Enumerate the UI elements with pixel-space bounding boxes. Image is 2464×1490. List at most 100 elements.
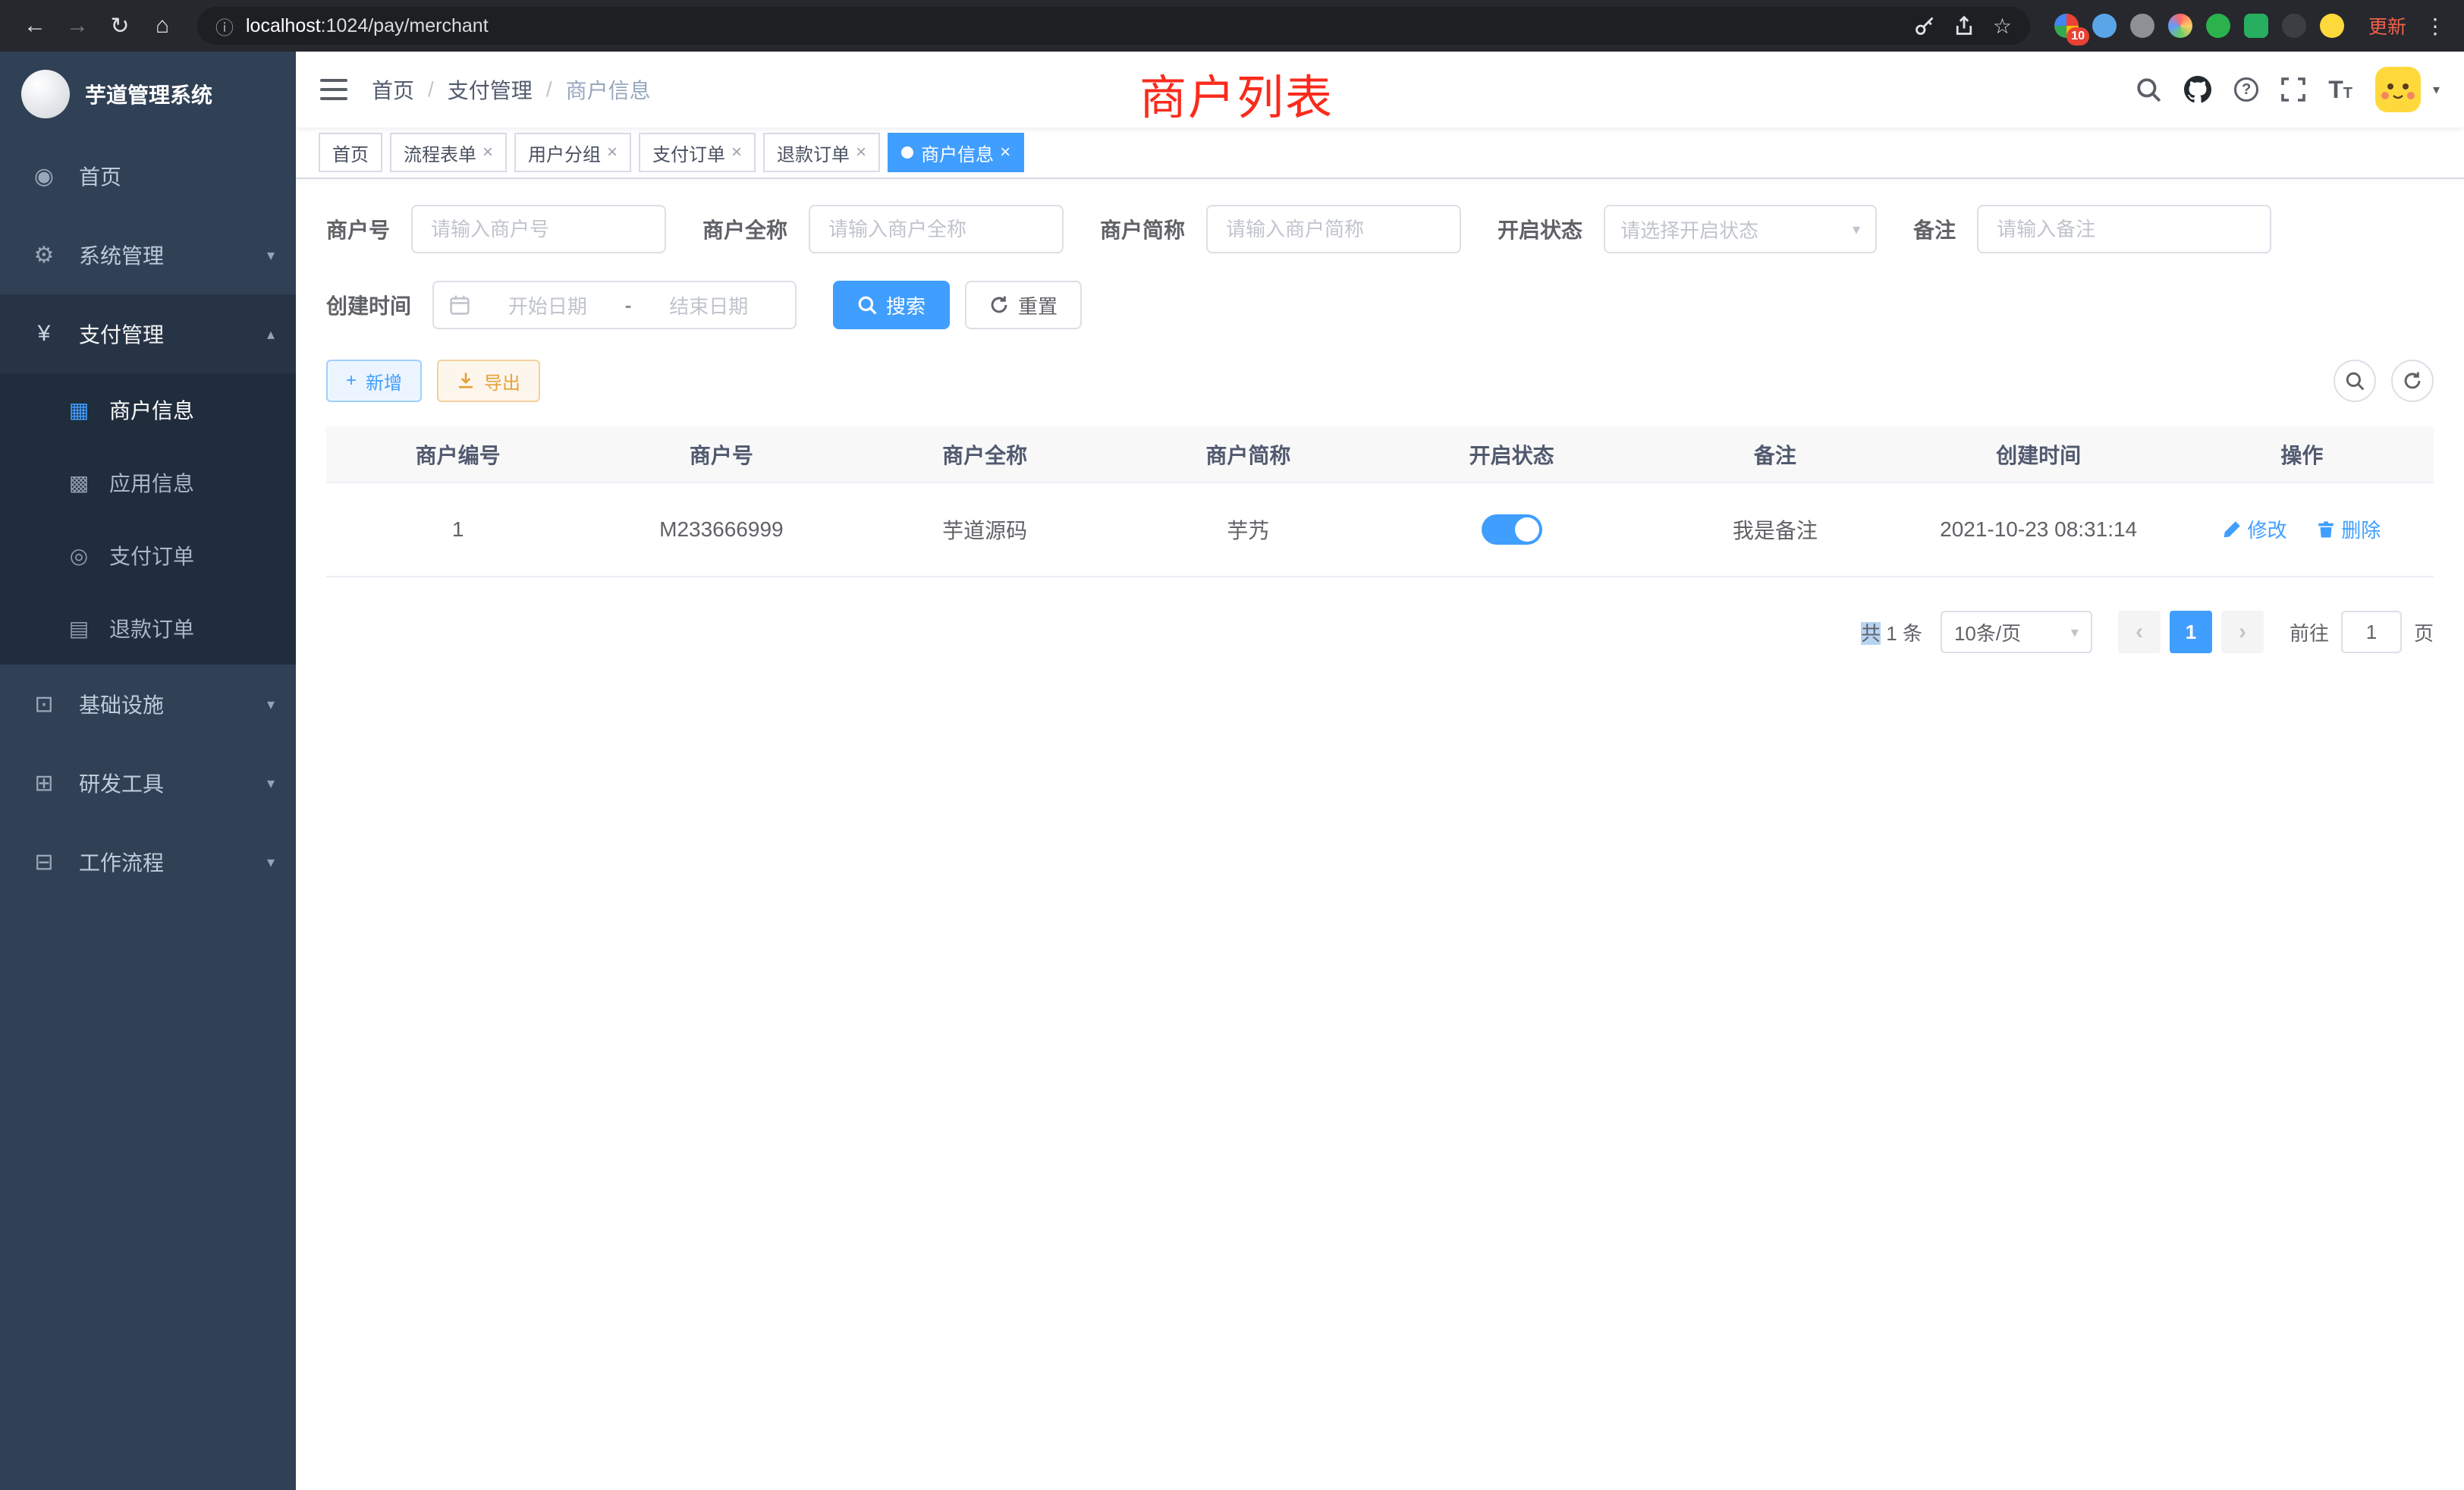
- goto-page-input[interactable]: [2341, 611, 2402, 653]
- remark-label: 备注: [1913, 214, 1956, 244]
- sidebar-item-workflow[interactable]: ⊟ 工作流程 ▾: [0, 822, 296, 901]
- forward-icon[interactable]: →: [58, 6, 97, 46]
- app-logo-avatar: [21, 70, 70, 118]
- tab-merchant-info[interactable]: 商户信息×: [888, 133, 1024, 172]
- sidebar-item-label: 研发工具: [79, 768, 164, 798]
- next-page-button[interactable]: ›: [2221, 611, 2264, 653]
- reset-button[interactable]: 重置: [965, 281, 1082, 329]
- app-logo[interactable]: 芋道管理系统: [0, 52, 296, 137]
- tab-user-group[interactable]: 用户分组×: [514, 133, 631, 172]
- sidebar-item-devtools[interactable]: ⊞ 研发工具 ▾: [0, 743, 296, 822]
- home-icon[interactable]: ⌂: [143, 6, 182, 46]
- sidebar-item-label: 系统管理: [79, 240, 164, 270]
- merchant-no-input[interactable]: [411, 205, 666, 253]
- breadcrumb-payment[interactable]: 支付管理: [448, 74, 533, 105]
- sidebar-item-infrastructure[interactable]: ⊡ 基础设施 ▾: [0, 665, 296, 743]
- col-merchant-no: 商户号: [589, 426, 853, 483]
- sidebar-toggle-icon[interactable]: [320, 77, 347, 102]
- prev-page-button[interactable]: ‹: [2118, 611, 2161, 653]
- breadcrumb-home[interactable]: 首页: [372, 74, 414, 105]
- chevron-down-icon: ▾: [267, 246, 275, 265]
- chevron-down-icon: ▾: [267, 774, 275, 793]
- merchant-fullname-input[interactable]: [809, 205, 1064, 253]
- font-size-icon[interactable]: TT: [2328, 77, 2352, 102]
- payment-submenu: ▦ 商户信息 ▩ 应用信息 ◎ 支付订单 ▤ 退款订单: [0, 373, 296, 665]
- help-icon[interactable]: ?: [2234, 77, 2258, 102]
- sidebar-item-system[interactable]: ⚙ 系统管理 ▾: [0, 215, 296, 294]
- fullscreen-icon[interactable]: [2281, 77, 2305, 102]
- sidebar-subitem-pay-order[interactable]: ◎ 支付订单: [0, 519, 296, 592]
- site-info-icon[interactable]: ⓘ: [215, 13, 234, 39]
- refresh-table-button[interactable]: [2391, 360, 2434, 402]
- merchant-no-label: 商户号: [326, 214, 390, 244]
- reload-icon[interactable]: ↻: [100, 6, 140, 46]
- breadcrumb-separator: /: [546, 77, 552, 102]
- tab-process-form[interactable]: 流程表单×: [390, 133, 507, 172]
- tab-close-icon[interactable]: ×: [482, 142, 493, 163]
- extension-icon-5[interactable]: [2206, 14, 2230, 38]
- password-key-icon[interactable]: [1914, 15, 1935, 36]
- tab-close-icon[interactable]: ×: [856, 142, 866, 163]
- breadcrumb: 首页 / 支付管理 / 商户信息: [372, 74, 651, 105]
- sidebar-subitem-merchant-info[interactable]: ▦ 商户信息: [0, 373, 296, 446]
- extension-icon-7[interactable]: [2282, 14, 2306, 38]
- sidebar-item-label: 支付管理: [79, 319, 164, 349]
- address-bar[interactable]: ⓘ localhost:1024/pay/merchant ☆: [197, 7, 2030, 45]
- delete-link[interactable]: 删除: [2317, 515, 2381, 543]
- merchant-table: 商户编号 商户号 商户全称 商户简称 开启状态 备注 创建时间 操作 1 M23…: [326, 426, 2434, 577]
- chevron-up-icon: ▴: [267, 325, 275, 344]
- status-toggle[interactable]: [1482, 514, 1542, 545]
- breadcrumb-separator: /: [428, 77, 434, 102]
- page-size-select[interactable]: 10条/页 ▾: [1941, 611, 2092, 653]
- sidebar: 芋道管理系统 ◉ 首页 ⚙ 系统管理 ▾ ¥ 支付管理 ▴ ▦ 商户信息 ▩ 应…: [0, 52, 296, 1490]
- tab-close-icon[interactable]: ×: [731, 142, 742, 163]
- yen-icon: ¥: [30, 321, 58, 347]
- extension-icon-8[interactable]: [2320, 14, 2344, 38]
- pagination: 共 1 条 10条/页 ▾ ‹ 1 › 前往 页: [326, 611, 2434, 653]
- edit-link[interactable]: 修改: [2223, 515, 2286, 543]
- github-icon[interactable]: [2184, 76, 2211, 103]
- tab-refund-order[interactable]: 退款订单×: [763, 133, 880, 172]
- tab-close-icon[interactable]: ×: [1000, 142, 1010, 163]
- sidebar-item-home[interactable]: ◉ 首页: [0, 137, 296, 215]
- share-icon[interactable]: [1953, 15, 1975, 36]
- avatar-caret-icon[interactable]: ▾: [2433, 82, 2440, 98]
- back-icon[interactable]: ←: [15, 6, 55, 46]
- browser-update-button[interactable]: 更新: [2368, 12, 2406, 39]
- remark-input[interactable]: [1977, 205, 2271, 253]
- extension-icon-2[interactable]: [2092, 14, 2117, 38]
- chevron-down-icon: ▾: [267, 695, 275, 714]
- user-avatar[interactable]: [2375, 67, 2421, 112]
- page-annotation: 商户列表: [1139, 59, 1334, 127]
- tab-close-icon[interactable]: ×: [607, 142, 618, 163]
- add-button[interactable]: + 新增: [326, 360, 422, 402]
- browser-menu-icon[interactable]: ⋮: [2425, 14, 2446, 39]
- merchant-shortname-input[interactable]: [1206, 205, 1461, 253]
- table-header-row: 商户编号 商户号 商户全称 商户简称 开启状态 备注 创建时间 操作: [326, 426, 2434, 483]
- extension-icon-6[interactable]: [2244, 14, 2268, 38]
- sidebar-subitem-refund-order[interactable]: ▤ 退款订单: [0, 592, 296, 665]
- tab-pay-order[interactable]: 支付订单×: [639, 133, 756, 172]
- extension-icon-4[interactable]: [2168, 14, 2192, 38]
- col-full-name: 商户全称: [853, 426, 1117, 483]
- monitor-icon: ⊡: [30, 691, 58, 718]
- col-status: 开启状态: [1380, 426, 1643, 483]
- extension-icon-1[interactable]: 10: [2054, 14, 2079, 38]
- search-icon[interactable]: [2136, 77, 2161, 102]
- bookmark-star-icon[interactable]: ☆: [1993, 14, 2012, 39]
- create-time-range-picker[interactable]: 开始日期 - 结束日期: [432, 281, 797, 329]
- col-actions: 操作: [2170, 426, 2434, 483]
- page-unit-label: 页: [2414, 618, 2434, 646]
- extension-icon-3[interactable]: [2130, 14, 2154, 38]
- search-button[interactable]: 搜索: [833, 281, 950, 329]
- sidebar-item-payment[interactable]: ¥ 支付管理 ▴: [0, 294, 296, 373]
- current-page-button[interactable]: 1: [2170, 611, 2212, 653]
- export-button[interactable]: 导出: [437, 360, 540, 402]
- status-select[interactable]: 请选择开启状态 ▾: [1604, 205, 1877, 253]
- extension-badge: 10: [2066, 27, 2089, 46]
- sidebar-subitem-label: 退款订单: [109, 613, 194, 643]
- pagination-total: 共 1 条: [1861, 618, 1922, 646]
- toggle-search-button[interactable]: [2334, 360, 2376, 402]
- tab-home[interactable]: 首页: [319, 133, 382, 172]
- sidebar-subitem-app-info[interactable]: ▩ 应用信息: [0, 446, 296, 519]
